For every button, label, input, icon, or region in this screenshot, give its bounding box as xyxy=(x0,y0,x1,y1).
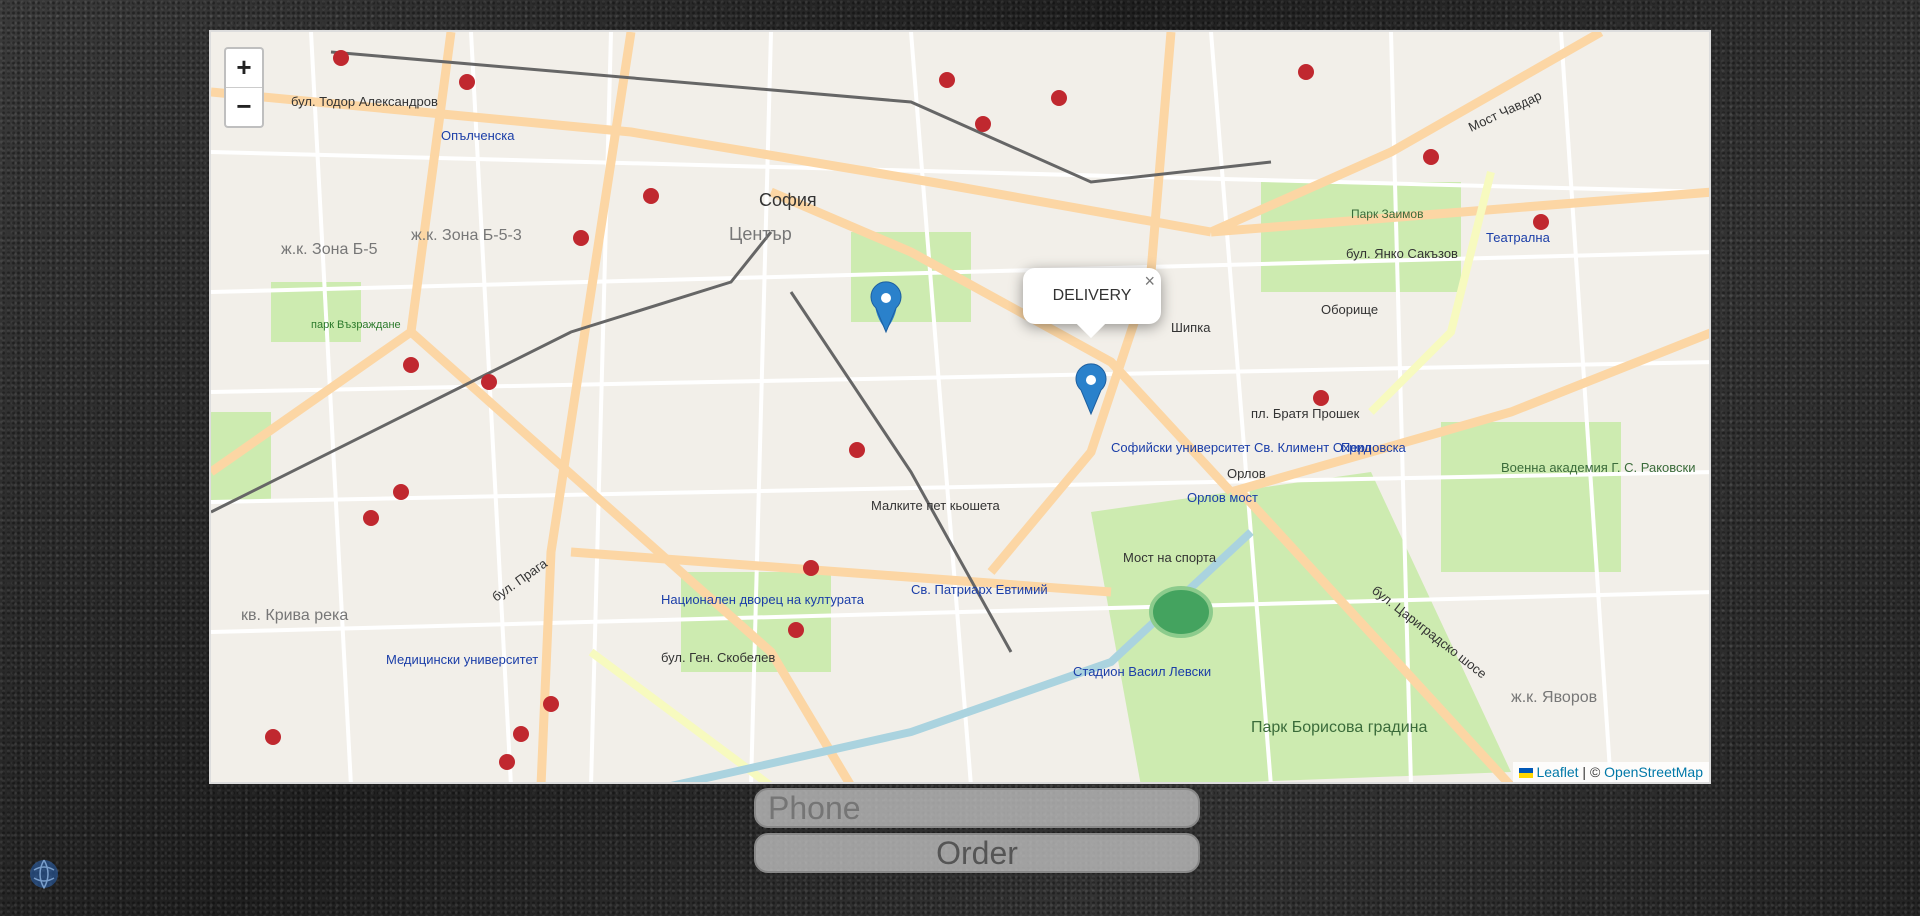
label-bratya: пл. Братя Прошек xyxy=(1251,406,1360,421)
label-sofia: София xyxy=(759,190,817,210)
label-voenna: Военна академия Г. С. Раковски xyxy=(1501,460,1695,475)
label-teatralna: Театрална xyxy=(1486,230,1551,245)
map-attribution: Leaflet | © OpenStreetMap xyxy=(1513,762,1709,782)
label-most-chavdar: Мост Чавдар xyxy=(1466,88,1544,135)
label-zona-b5: ж.к. Зона Б-5 xyxy=(281,241,378,258)
label-oborishte: Оборище xyxy=(1321,302,1378,317)
zoom-out-button[interactable]: − xyxy=(226,87,262,126)
map-container[interactable]: София Център ж.к. Зона Б-5-3 ж.к. Зона Б… xyxy=(209,30,1711,784)
ukraine-flag-icon xyxy=(1519,768,1534,779)
label-park-vazrazhdane: парк Възраждане xyxy=(311,319,401,331)
label-stadion: Стадион Васил Левски xyxy=(1073,664,1211,679)
label-patriarh: Св. Патриарх Евтимий xyxy=(911,582,1048,597)
label-bul-todor: бул. Тодор Александров xyxy=(291,94,438,109)
zoom-control: + − xyxy=(224,47,264,128)
label-park-boris: Парк Борисова градина xyxy=(1251,719,1427,736)
phone-input[interactable] xyxy=(754,788,1200,828)
label-bul-skobelev: бул. Ген. Скобелев xyxy=(661,650,775,665)
order-button[interactable]: Order xyxy=(754,833,1200,873)
label-shipka: Шипка xyxy=(1171,320,1211,335)
popup-text: DELIVERY xyxy=(1052,287,1132,304)
label-most-sport: Мост на спорта xyxy=(1123,550,1217,565)
label-bul-yanko: бул. Янко Сакъзов xyxy=(1346,246,1458,261)
label-perlovska: Перловска xyxy=(1341,440,1407,455)
label-malkite: Малките пет кьошета xyxy=(871,498,1001,513)
label-orlov: Орлов xyxy=(1227,466,1266,481)
label-yavorov: ж.к. Яворов xyxy=(1511,689,1597,706)
label-zona-b53: ж.к. Зона Б-5-3 xyxy=(411,227,522,244)
popup-close-icon[interactable]: × xyxy=(1144,268,1155,294)
label-center: Център xyxy=(729,224,792,244)
label-kriva-reka: кв. Крива река xyxy=(241,607,348,624)
label-ndk: Национален дворец на културата xyxy=(661,592,865,607)
label-univ: Софийски университет Св. Климент Охрид xyxy=(1111,440,1372,455)
leaflet-link[interactable]: Leaflet xyxy=(1536,764,1578,780)
map-marker[interactable] xyxy=(870,281,902,334)
label-med-univ: Медицински университет xyxy=(386,652,538,667)
delivery-popup: DELIVERY × xyxy=(1023,268,1161,339)
osm-link[interactable]: OpenStreetMap xyxy=(1604,764,1703,780)
attribution-separator: | © xyxy=(1582,764,1601,780)
label-orlov-most: Орлов мост xyxy=(1187,490,1258,505)
label-opalchenska: Опълченска xyxy=(441,128,515,143)
map-tiles[interactable]: София Център ж.к. Зона Б-5-3 ж.к. Зона Б… xyxy=(211,32,1711,784)
label-park-zaimov: Парк Заимов xyxy=(1351,207,1423,221)
globe-icon xyxy=(30,859,58,890)
zoom-in-button[interactable]: + xyxy=(226,49,262,87)
